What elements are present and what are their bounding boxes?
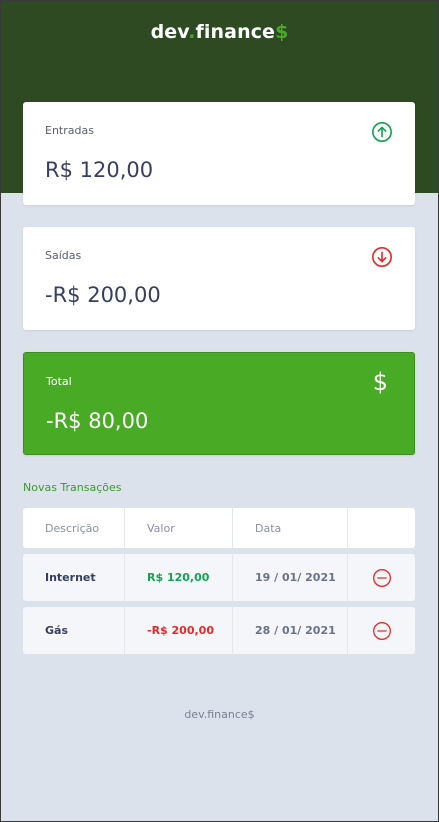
transaction-date: 19 / 01/ 2021: [233, 554, 348, 601]
total-label: Total: [46, 375, 72, 388]
transaction-amount: -R$ 200,00: [125, 607, 233, 654]
arrow-up-circle-icon: [372, 122, 392, 142]
total-card: Total -R$ 80,00 $: [23, 352, 415, 455]
column-header-date: Data: [233, 508, 348, 548]
income-label: Entradas: [45, 124, 94, 137]
column-header-description: Descrição: [23, 508, 125, 548]
total-amount: -R$ 80,00: [46, 409, 149, 433]
transaction-actions: [348, 554, 415, 601]
expense-amount: -R$ 200,00: [45, 283, 161, 307]
expense-card: Saídas -R$ 200,00: [23, 227, 415, 330]
transaction-description: Internet: [23, 554, 125, 601]
income-amount: R$ 120,00: [45, 158, 154, 182]
logo-text-finance: finance: [195, 21, 276, 43]
app-logo: dev.finance$: [1, 21, 438, 43]
logo-text-dev: dev: [150, 21, 189, 43]
logo-dot: .: [188, 21, 196, 43]
income-card: Entradas R$ 120,00: [23, 102, 415, 205]
dollar-icon: $: [372, 368, 388, 396]
column-header-actions: [348, 508, 415, 548]
footer: dev.finance$: [184, 708, 255, 721]
app-frame: dev.finance$ Entradas R$ 120,00 Saídas -…: [0, 0, 439, 822]
transactions-table: Descrição Valor Data Internet R$ 120,00 …: [23, 508, 415, 660]
arrow-down-circle-icon: [372, 247, 392, 267]
new-transaction-link[interactable]: Novas Transações: [23, 481, 122, 494]
column-header-amount: Valor: [125, 508, 233, 548]
table-row: Internet R$ 120,00 19 / 01/ 2021: [23, 554, 415, 601]
logo-dollar: $: [275, 21, 289, 43]
transaction-date: 28 / 01/ 2021: [233, 607, 348, 654]
transaction-actions: [348, 607, 415, 654]
table-header-row: Descrição Valor Data: [23, 508, 415, 548]
transaction-amount: R$ 120,00: [125, 554, 233, 601]
expense-label: Saídas: [45, 249, 82, 262]
transaction-description: Gás: [23, 607, 125, 654]
table-row: Gás -R$ 200,00 28 / 01/ 2021: [23, 607, 415, 654]
minus-circle-icon[interactable]: [372, 621, 392, 641]
minus-circle-icon[interactable]: [372, 568, 392, 588]
